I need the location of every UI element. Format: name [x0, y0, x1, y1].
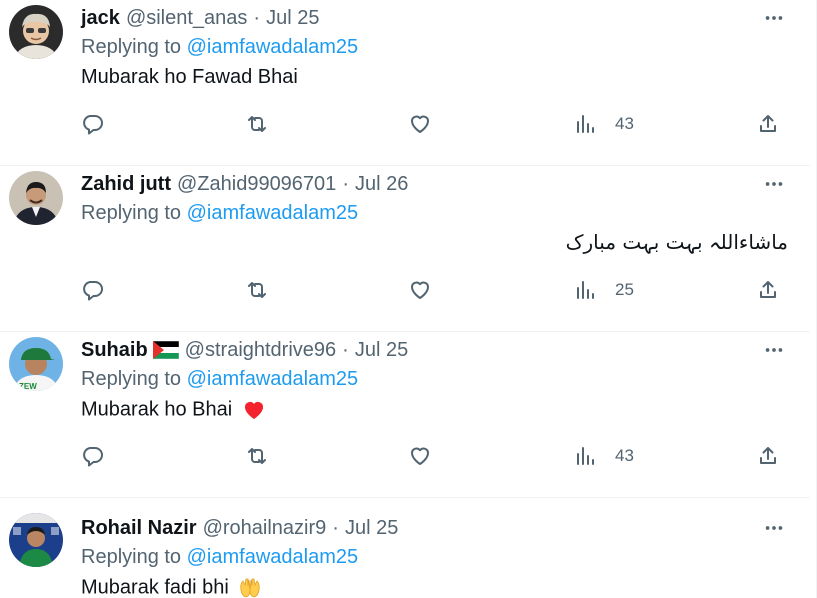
user-handle[interactable]: @Zahid99096701: [177, 173, 336, 196]
reply-tweet[interactable]: Rohail Nazir @rohailnazir9 · Jul 25 Repl…: [0, 498, 810, 598]
tweet-header: Zahid jutt @Zahid99096701 · Jul 26: [81, 171, 408, 197]
replying-to: Replying to @iamfawadalam25: [81, 368, 358, 391]
display-name[interactable]: Rohail Nazir: [81, 517, 197, 540]
share-button[interactable]: [756, 272, 780, 308]
avatar-image: ZEW: [9, 337, 63, 391]
tweet-text: ماشاءاللہ بہت بہت مبارک: [565, 230, 788, 254]
avatar[interactable]: [9, 513, 63, 567]
replying-to: Replying to @iamfawadalam25: [81, 546, 358, 569]
replying-prefix: Replying to: [81, 546, 187, 568]
avatar-image: [9, 513, 63, 567]
more-options-button[interactable]: [762, 8, 786, 28]
replying-prefix: Replying to: [81, 368, 187, 390]
reply-button[interactable]: [81, 106, 105, 142]
like-button[interactable]: [408, 106, 432, 142]
reply-button[interactable]: [81, 272, 105, 308]
like-button[interactable]: [408, 438, 432, 474]
separator-dot: ·: [253, 6, 261, 29]
reply-icon: [83, 447, 103, 467]
user-handle[interactable]: @rohailnazir9: [203, 517, 327, 540]
retweet-button[interactable]: [245, 438, 269, 474]
share-icon: [760, 447, 776, 464]
reply-icon: [83, 115, 103, 135]
like-icon: [411, 281, 429, 299]
mention-link[interactable]: @iamfawadalam25: [187, 36, 359, 58]
palestine-flag-icon: [152, 341, 179, 359]
avatar[interactable]: [9, 5, 63, 59]
reply-tweet[interactable]: ZEW Suhaib @straightdrive96 · Jul 25 Rep…: [0, 332, 810, 498]
red-heart-icon: [244, 402, 263, 419]
separator-dot: ·: [342, 172, 349, 195]
more-icon: [765, 526, 783, 530]
tweet-body: Mubarak fadi bhi: [81, 576, 262, 598]
tweet-actions: 25: [0, 272, 810, 308]
user-handle[interactable]: @straightdrive96: [185, 339, 336, 362]
mention-link[interactable]: @iamfawadalam25: [187, 202, 359, 224]
user-handle[interactable]: @silent_anas: [126, 7, 247, 30]
reply-feed: jack @silent_anas · Jul 25 Replying to @…: [0, 0, 817, 598]
avatar-image: [9, 171, 63, 225]
reply-tweet[interactable]: Zahid jutt @Zahid99096701 · Jul 26 Reply…: [0, 166, 810, 332]
share-button[interactable]: [756, 438, 780, 474]
separator-dot: ·: [332, 516, 339, 539]
raising-hands-icon: [240, 578, 261, 598]
display-name[interactable]: jack: [81, 7, 120, 30]
views-count: 43: [615, 114, 634, 133]
views-icon: [577, 115, 594, 133]
tweet-date[interactable]: Jul 25: [355, 339, 408, 362]
replying-to: Replying to @iamfawadalam25: [81, 202, 358, 225]
views-count: 25: [615, 280, 634, 299]
tweet-date[interactable]: Jul 25: [345, 517, 398, 540]
reply-button[interactable]: [81, 438, 105, 474]
svg-text:ZEW: ZEW: [19, 382, 37, 391]
retweet-icon: [248, 282, 266, 298]
views-button[interactable]: 25: [573, 272, 634, 308]
tweet-header: Rohail Nazir @rohailnazir9 · Jul 25: [81, 515, 398, 541]
tweet-actions: 43: [0, 106, 810, 142]
tweet-body: Mubarak ho Bhai: [81, 398, 266, 422]
views-button[interactable]: 43: [573, 106, 634, 142]
views-icon: [577, 281, 594, 299]
views-count: 43: [615, 446, 634, 465]
retweet-button[interactable]: [245, 106, 269, 142]
like-icon: [411, 115, 429, 133]
avatar[interactable]: [9, 171, 63, 225]
replying-prefix: Replying to: [81, 202, 187, 224]
views-icon: [577, 447, 594, 465]
tweet-header: jack @silent_anas · Jul 25: [81, 5, 319, 31]
avatar[interactable]: ZEW: [9, 337, 63, 391]
views-button[interactable]: 43: [573, 438, 634, 474]
replying-to: Replying to @iamfawadalam25: [81, 36, 358, 59]
retweet-icon: [248, 448, 266, 464]
like-button[interactable]: [408, 272, 432, 308]
reply-tweet[interactable]: jack @silent_anas · Jul 25 Replying to @…: [0, 0, 810, 166]
tweet-text: Mubarak ho Fawad Bhai: [81, 66, 298, 88]
tweet-actions: 43: [0, 438, 810, 474]
more-icon: [765, 16, 783, 20]
more-icon: [765, 348, 783, 352]
mention-link[interactable]: @iamfawadalam25: [187, 546, 359, 568]
more-options-button[interactable]: [762, 174, 786, 194]
tweet-text: Mubarak fadi bhi: [81, 576, 229, 598]
like-icon: [411, 447, 429, 465]
avatar-image: [9, 5, 63, 59]
more-options-button[interactable]: [762, 518, 786, 538]
share-button[interactable]: [756, 106, 780, 142]
share-icon: [760, 115, 776, 132]
display-name[interactable]: Suhaib: [81, 339, 148, 362]
reply-icon: [83, 281, 103, 301]
retweet-button[interactable]: [245, 272, 269, 308]
tweet-text: Mubarak ho Bhai: [81, 398, 233, 421]
display-name[interactable]: Zahid jutt: [81, 173, 171, 196]
more-icon: [765, 182, 783, 186]
replying-prefix: Replying to: [81, 36, 187, 58]
more-options-button[interactable]: [762, 340, 786, 360]
mention-link[interactable]: @iamfawadalam25: [187, 368, 359, 390]
tweet-header: Suhaib @straightdrive96 · Jul 25: [81, 337, 408, 363]
tweet-date[interactable]: Jul 26: [355, 173, 408, 196]
share-icon: [760, 281, 776, 298]
retweet-icon: [248, 116, 266, 132]
separator-dot: ·: [342, 338, 349, 361]
tweet-date[interactable]: Jul 25: [266, 7, 319, 30]
